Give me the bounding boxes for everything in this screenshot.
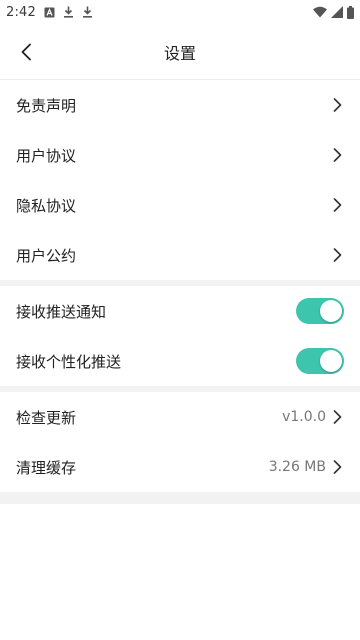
page-title: 设置 bbox=[163, 43, 196, 63]
row-label: 用户公约 bbox=[16, 246, 77, 265]
signal-icon bbox=[331, 6, 343, 18]
privacy-agreement-row[interactable]: 隐私协议 bbox=[0, 180, 360, 230]
back-button[interactable] bbox=[10, 36, 42, 68]
personalized-push-toggle[interactable] bbox=[296, 348, 344, 374]
row-label: 接收个性化推送 bbox=[16, 352, 122, 371]
version-value: v1.0.0 bbox=[282, 409, 326, 425]
row-label: 免责声明 bbox=[16, 96, 77, 115]
notification-a-icon bbox=[44, 7, 55, 17]
toggle-knob bbox=[320, 300, 342, 322]
toggle-knob bbox=[320, 350, 342, 372]
status-time: 2:42 bbox=[6, 4, 36, 20]
push-notification-row: 接收推送通知 bbox=[0, 286, 360, 336]
row-label: 隐私协议 bbox=[16, 196, 77, 215]
download-icon bbox=[83, 6, 92, 18]
wifi-icon bbox=[313, 6, 327, 18]
check-update-row[interactable]: 检查更新 v1.0.0 bbox=[0, 392, 360, 442]
personalized-push-row: 接收个性化推送 bbox=[0, 336, 360, 386]
chevron-right-icon bbox=[330, 247, 344, 263]
user-agreement-row[interactable]: 用户协议 bbox=[0, 130, 360, 180]
disclaimer-row[interactable]: 免责声明 bbox=[0, 80, 360, 130]
row-label: 用户协议 bbox=[16, 146, 77, 165]
chevron-right-icon bbox=[330, 97, 344, 113]
back-arrow-icon bbox=[21, 43, 31, 61]
status-icons-right bbox=[313, 5, 354, 19]
download-icon bbox=[64, 6, 73, 18]
chevron-right-icon bbox=[330, 409, 344, 425]
row-label: 接收推送通知 bbox=[16, 302, 107, 321]
system-section: 检查更新 v1.0.0 清理缓存 3.26 MB bbox=[0, 392, 360, 492]
chevron-right-icon bbox=[330, 197, 344, 213]
row-label: 检查更新 bbox=[16, 408, 77, 427]
status-icons-left bbox=[44, 6, 93, 18]
battery-icon bbox=[347, 5, 354, 19]
clear-cache-row[interactable]: 清理缓存 3.26 MB bbox=[0, 442, 360, 492]
section-divider bbox=[0, 492, 360, 504]
chevron-right-icon bbox=[330, 459, 344, 475]
push-notification-toggle[interactable] bbox=[296, 298, 344, 324]
cache-size-value: 3.26 MB bbox=[268, 459, 326, 475]
row-label: 清理缓存 bbox=[16, 458, 77, 477]
legal-section: 免责声明 用户协议 隐私协议 用户公约 bbox=[0, 80, 360, 280]
user-convention-row[interactable]: 用户公约 bbox=[0, 230, 360, 280]
status-bar: 2:42 bbox=[0, 0, 360, 24]
notifications-section: 接收推送通知 接收个性化推送 bbox=[0, 286, 360, 386]
chevron-right-icon bbox=[330, 147, 344, 163]
top-bar: 设置 bbox=[0, 24, 360, 80]
